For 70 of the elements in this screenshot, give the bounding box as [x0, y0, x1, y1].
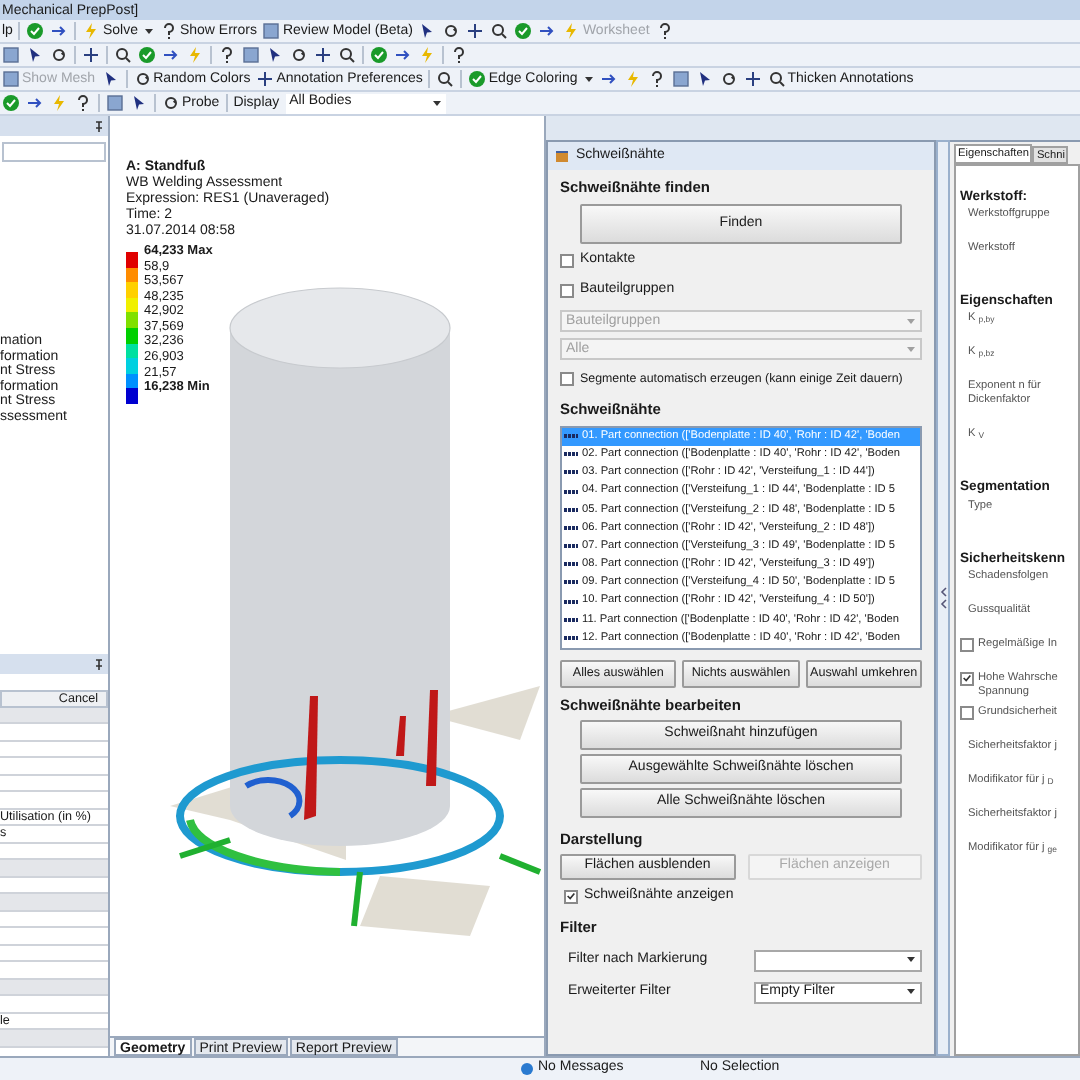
checkbox[interactable] — [560, 283, 574, 298]
check-icon — [468, 70, 487, 88]
question-mark-icon — [74, 94, 92, 112]
weld-line-icon — [564, 523, 578, 532]
weld-line-icon — [564, 487, 578, 496]
pin-icon — [94, 658, 104, 670]
details-row — [0, 1030, 108, 1047]
check-icon — [514, 22, 533, 40]
toolbar-icon — [106, 94, 124, 112]
weld-line-icon — [564, 633, 578, 642]
dropdown-caret-icon — [431, 99, 442, 107]
check-icon — [370, 46, 388, 64]
question-mark-icon — [218, 46, 236, 64]
checkmark-icon — [962, 672, 972, 685]
check-icon — [2, 94, 20, 112]
arrow-icon — [599, 70, 618, 88]
splitter-handle[interactable] — [936, 140, 950, 1056]
question-mark-icon — [647, 70, 666, 88]
weld-line-icon — [564, 578, 578, 587]
arrow-icon — [394, 46, 412, 64]
weld-line-icon — [564, 450, 578, 459]
dropdown-caret-icon — [906, 988, 916, 997]
weld-line-icon — [564, 542, 578, 551]
rotate-icon — [50, 46, 68, 64]
zoom-icon — [114, 46, 132, 64]
question-mark-icon — [159, 22, 178, 40]
rotate-icon — [162, 94, 180, 112]
dropdown-caret-icon — [906, 317, 916, 326]
info-icon — [520, 1062, 534, 1076]
question-mark-icon — [450, 46, 468, 64]
arrow-icon — [26, 94, 44, 112]
checkbox[interactable] — [960, 705, 974, 720]
details-row — [0, 860, 108, 877]
question-mark-icon — [655, 22, 674, 40]
checkbox[interactable] — [960, 671, 974, 686]
arrow-icon — [162, 46, 180, 64]
rotate-icon — [290, 46, 308, 64]
checkbox[interactable] — [564, 889, 578, 903]
caret-icon — [143, 27, 154, 35]
weld-line-icon — [564, 505, 578, 514]
search-field[interactable] — [2, 142, 106, 162]
dropdown-caret-icon — [906, 345, 916, 354]
rotate-icon — [719, 70, 738, 88]
zoom-icon — [436, 70, 455, 88]
arrow-icon — [538, 22, 557, 40]
double-arrow-icon — [939, 586, 947, 610]
rotate-icon — [442, 22, 461, 40]
dialog-icon — [554, 148, 570, 164]
weld-line-icon — [564, 560, 578, 569]
checkbox[interactable] — [560, 253, 574, 268]
check-icon — [138, 46, 156, 64]
zoom-icon — [338, 46, 356, 64]
checkbox[interactable] — [560, 371, 574, 386]
toolbar-icon — [671, 70, 690, 88]
checkbox[interactable] — [960, 637, 974, 652]
weld-line-icon — [564, 432, 578, 441]
caret-icon — [583, 75, 594, 83]
zoom-icon — [490, 22, 509, 40]
dropdown-caret-icon — [906, 956, 916, 965]
arrow-icon — [50, 22, 69, 40]
weld-line-icon — [564, 597, 578, 606]
rotate-icon — [133, 70, 152, 88]
zoom-icon — [767, 70, 786, 88]
weld-line-icon — [564, 468, 578, 477]
dropdown[interactable] — [754, 949, 922, 972]
pin-icon — [94, 120, 104, 132]
check-icon — [26, 22, 45, 40]
checkmark-icon — [566, 890, 576, 902]
details-row — [0, 894, 108, 911]
weld-line-icon — [564, 615, 578, 624]
